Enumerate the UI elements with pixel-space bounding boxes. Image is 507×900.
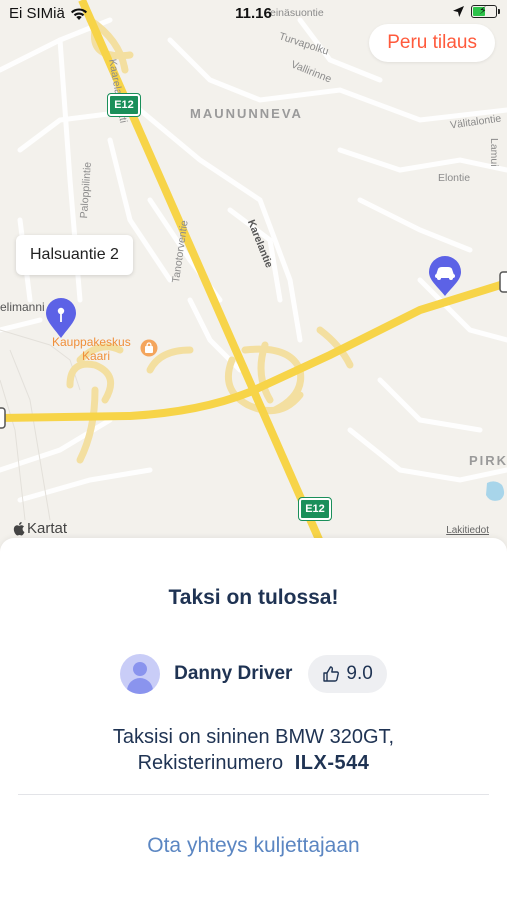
charging-bolt-icon: ⚡ [479,5,487,17]
poi-name-line2: Kaari [82,349,111,363]
car-info: Taksisi on sininen BMW 320GT, Rekisterin… [0,724,507,776]
registration-line: Rekisterinumero ILX-544 [0,750,507,776]
street-label: Lamui [488,138,500,167]
battery-icon: ⚡ [471,5,500,18]
pickup-callout[interactable]: Halsuantie 2 [16,235,133,275]
cancel-order-button[interactable]: Peru tilaus [369,24,495,62]
taxi-car-icon[interactable] [427,255,463,297]
maps-attribution: Kartat [12,520,67,537]
driver-rating-badge: 9.0 [308,655,387,693]
license-plate: ILX-544 [294,752,370,774]
status-indicators: ⚡ [452,5,500,18]
legal-link[interactable]: Lakitiedot [446,525,489,536]
route-shield-e12: E12 [107,93,141,117]
thumbs-up-icon [323,666,340,682]
shopping-bag-icon [140,339,158,357]
street-label: Elontie [438,172,471,184]
divider [18,794,489,795]
street-label: elimanni [0,300,45,314]
driver-avatar [120,654,161,694]
ride-status-sheet: Taksi on tulossa! Danny Driver 9.0 Taksi… [0,538,507,900]
location-arrow-icon [453,6,464,17]
district-label: PIRK [469,453,507,468]
status-bar: Ei SIMiä 11.16 ⚡ [0,0,507,28]
driver-row: Danny Driver 9.0 [0,654,507,694]
district-label: MAUNUNNEVA [190,106,303,121]
contact-driver-button[interactable]: Ota yhteys kuljettajaan [0,834,507,858]
rating-value: 9.0 [346,663,373,684]
map-view[interactable]: Kaarelan raitti Turvapolku Vallirinne Vä… [0,0,507,560]
registration-label: Rekisterinumero [137,752,284,774]
attribution-text: Kartat [27,520,68,537]
pickup-pin-icon[interactable] [44,297,78,339]
apple-logo-icon [13,522,25,536]
clock: 11.16 [235,5,272,22]
route-shield-e12: E12 [298,497,332,521]
ride-status-title: Taksi on tulossa! [168,586,339,609]
car-description: Taksisi on sininen BMW 320GT, [112,726,395,748]
poi-label[interactable]: Kauppakeskus Kaari [52,335,131,363]
driver-name: Danny Driver [174,663,293,684]
